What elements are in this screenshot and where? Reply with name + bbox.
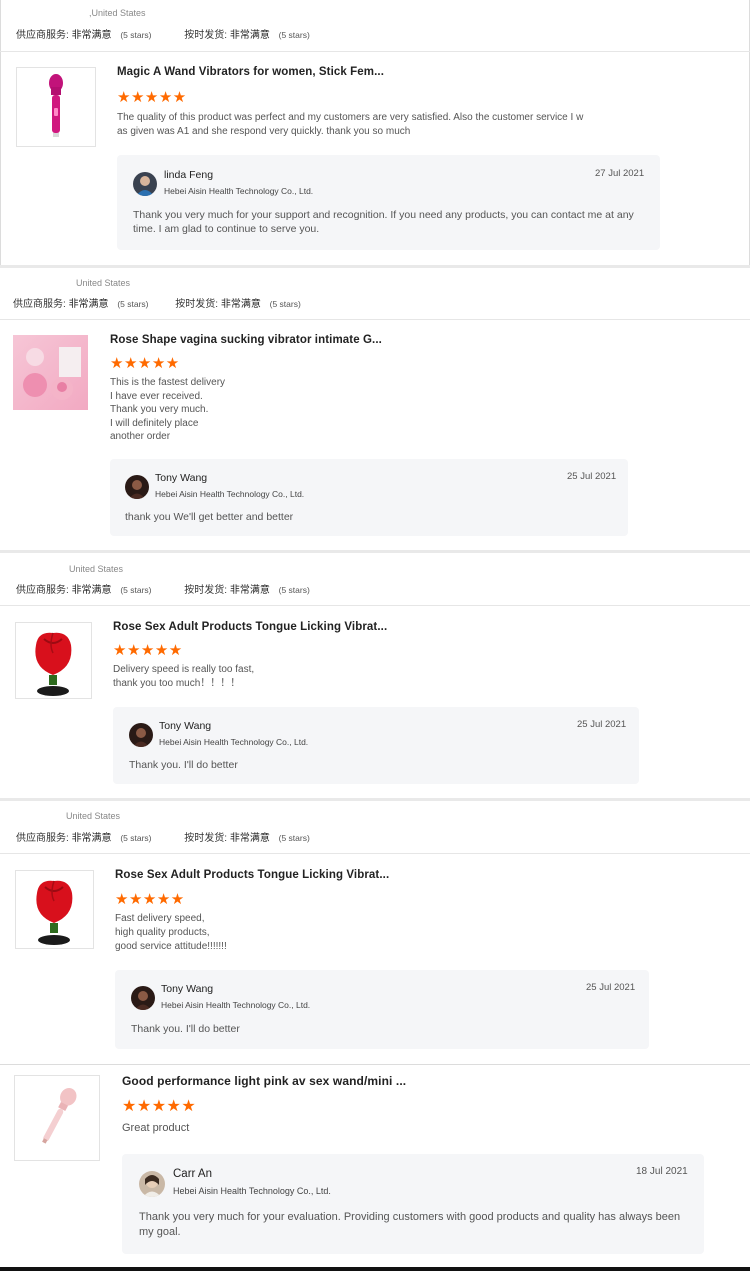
pink-wand-product-image (42, 1088, 77, 1144)
product-title-link[interactable]: Rose Sex Adult Products Tongue Licking V… (113, 621, 387, 633)
on-time-shipping-stars: (5 stars) (278, 585, 310, 595)
product-title-link[interactable]: Magic A Wand Vibrators for women, Stick … (117, 66, 384, 78)
reply-message: Thank you very much for your evaluation.… (139, 1211, 681, 1238)
supplier-service-label: 供应商服务: (13, 299, 66, 310)
supplier-service-value: 非常满意 (71, 30, 112, 41)
divider (0, 605, 750, 606)
supplier-service-stars: (5 stars) (120, 833, 152, 843)
on-time-shipping-value: 非常满意 (229, 585, 270, 596)
product-title-link[interactable]: Good performance light pink av sex wand/… (122, 1074, 406, 1088)
section-separator (0, 550, 750, 553)
rating-summary: 供应商服务: 非常满意 (5 stars) 按时发货: 非常满意 (5 star… (16, 829, 310, 844)
review-text: Fast delivery speed, high quality produc… (115, 913, 227, 952)
country-label: United States (76, 278, 131, 288)
supplier-service-value: 非常满意 (71, 585, 112, 596)
avatar-image (139, 1171, 165, 1197)
review-star-rating: ★★★★★ (113, 642, 183, 659)
country-label: ,United States (89, 8, 146, 18)
replier-company: Hebei Aisin Health Technology Co., Ltd. (161, 1000, 311, 1010)
product-thumbnail[interactable] (15, 870, 94, 949)
review-text: Delivery speed is really too fast, thank… (113, 664, 255, 689)
wand-product-image (49, 74, 63, 137)
avatar (125, 475, 149, 499)
on-time-shipping-label: 按时发货: (184, 30, 228, 41)
bottom-edge (0, 1267, 750, 1271)
rose-vibrator-product-image (13, 335, 88, 410)
rating-summary: 供应商服务: 非常满意 (5 stars) 按时发货: 非常满意 (5 star… (16, 581, 310, 596)
reply-message: thank you We'll get better and better (125, 511, 294, 523)
product-thumbnail[interactable] (13, 335, 88, 410)
on-time-shipping-value: 非常满意 (220, 299, 261, 310)
replier-name: Carr An (173, 1168, 212, 1180)
replier-name: Tony Wang (159, 720, 212, 732)
avatar (131, 986, 155, 1010)
on-time-shipping-stars: (5 stars) (278, 833, 310, 843)
on-time-shipping-value: 非常满意 (229, 833, 270, 844)
supplier-service-label: 供应商服务: (16, 30, 69, 41)
replier-company: Hebei Aisin Health Technology Co., Ltd. (159, 737, 309, 747)
reply-date: 27 Jul 2021 (595, 168, 645, 179)
section-separator (0, 798, 750, 801)
replier-name: Tony Wang (155, 472, 208, 484)
product-thumbnail[interactable] (14, 1075, 100, 1161)
product-thumbnail[interactable] (15, 622, 92, 699)
on-time-shipping-stars: (5 stars) (269, 299, 301, 309)
avatar (133, 172, 157, 196)
supplier-service-label: 供应商服务: (16, 833, 69, 844)
replier-name: linda Feng (164, 169, 214, 181)
replier-company: Hebei Aisin Health Technology Co., Ltd. (164, 186, 314, 196)
review-text: This is the fastest delivery I have ever… (110, 377, 226, 442)
product-title-link[interactable]: Rose Sex Adult Products Tongue Licking V… (115, 869, 389, 881)
supplier-service-label: 供应商服务: (16, 585, 69, 596)
divider (0, 853, 750, 854)
avatar-image (131, 986, 155, 1010)
review-star-rating: ★★★★★ (117, 89, 187, 106)
reply-date: 25 Jul 2021 (567, 471, 617, 482)
product-thumbnail[interactable] (16, 67, 96, 147)
supplier-service-stars: (5 stars) (120, 30, 152, 40)
rating-summary: 供应商服务: 非常满意 (5 stars) 按时发货: 非常满意 (5 star… (16, 26, 310, 41)
avatar-image (129, 723, 153, 747)
avatar (129, 723, 153, 747)
reply-date: 25 Jul 2021 (577, 719, 627, 730)
reply-date: 18 Jul 2021 (636, 1166, 688, 1177)
avatar (139, 1171, 165, 1197)
section-separator (0, 1064, 750, 1065)
review-star-rating: ★★★★★ (110, 355, 180, 372)
reply-message: Thank you. I'll do better (129, 759, 238, 771)
on-time-shipping-label: 按时发货: (184, 833, 228, 844)
red-rose-product-image (35, 632, 72, 696)
supplier-service-stars: (5 stars) (117, 299, 149, 309)
review-star-rating: ★★★★★ (122, 1098, 197, 1115)
on-time-shipping-stars: (5 stars) (278, 30, 310, 40)
supplier-service-value: 非常满意 (68, 299, 109, 310)
reply-date: 25 Jul 2021 (586, 982, 636, 993)
supplier-service-stars: (5 stars) (120, 585, 152, 595)
replier-company: Hebei Aisin Health Technology Co., Ltd. (173, 1186, 331, 1196)
on-time-shipping-value: 非常满意 (229, 30, 270, 41)
replier-name: Tony Wang (161, 983, 214, 995)
country-label: United States (69, 564, 124, 574)
on-time-shipping-label: 按时发货: (175, 299, 219, 310)
review-star-rating: ★★★★★ (115, 891, 185, 908)
review-text: The quality of this product was perfect … (117, 112, 584, 137)
avatar-image (133, 172, 157, 196)
reply-message: Thank you. I'll do better (131, 1023, 240, 1035)
on-time-shipping-label: 按时发货: (184, 585, 228, 596)
section-separator (0, 265, 750, 268)
divider (0, 319, 750, 320)
product-title-link[interactable]: Rose Shape vagina sucking vibrator intim… (110, 334, 382, 346)
country-label: United States (66, 811, 121, 821)
avatar-image (125, 475, 149, 499)
review-text: Great product (122, 1122, 190, 1134)
supplier-service-value: 非常满意 (71, 833, 112, 844)
rating-summary: 供应商服务: 非常满意 (5 stars) 按时发货: 非常满意 (5 star… (13, 295, 301, 310)
divider (0, 51, 750, 52)
reply-message: Thank you very much for your support and… (133, 209, 634, 235)
red-rose-product-image (36, 880, 73, 945)
replier-company: Hebei Aisin Health Technology Co., Ltd. (155, 489, 305, 499)
